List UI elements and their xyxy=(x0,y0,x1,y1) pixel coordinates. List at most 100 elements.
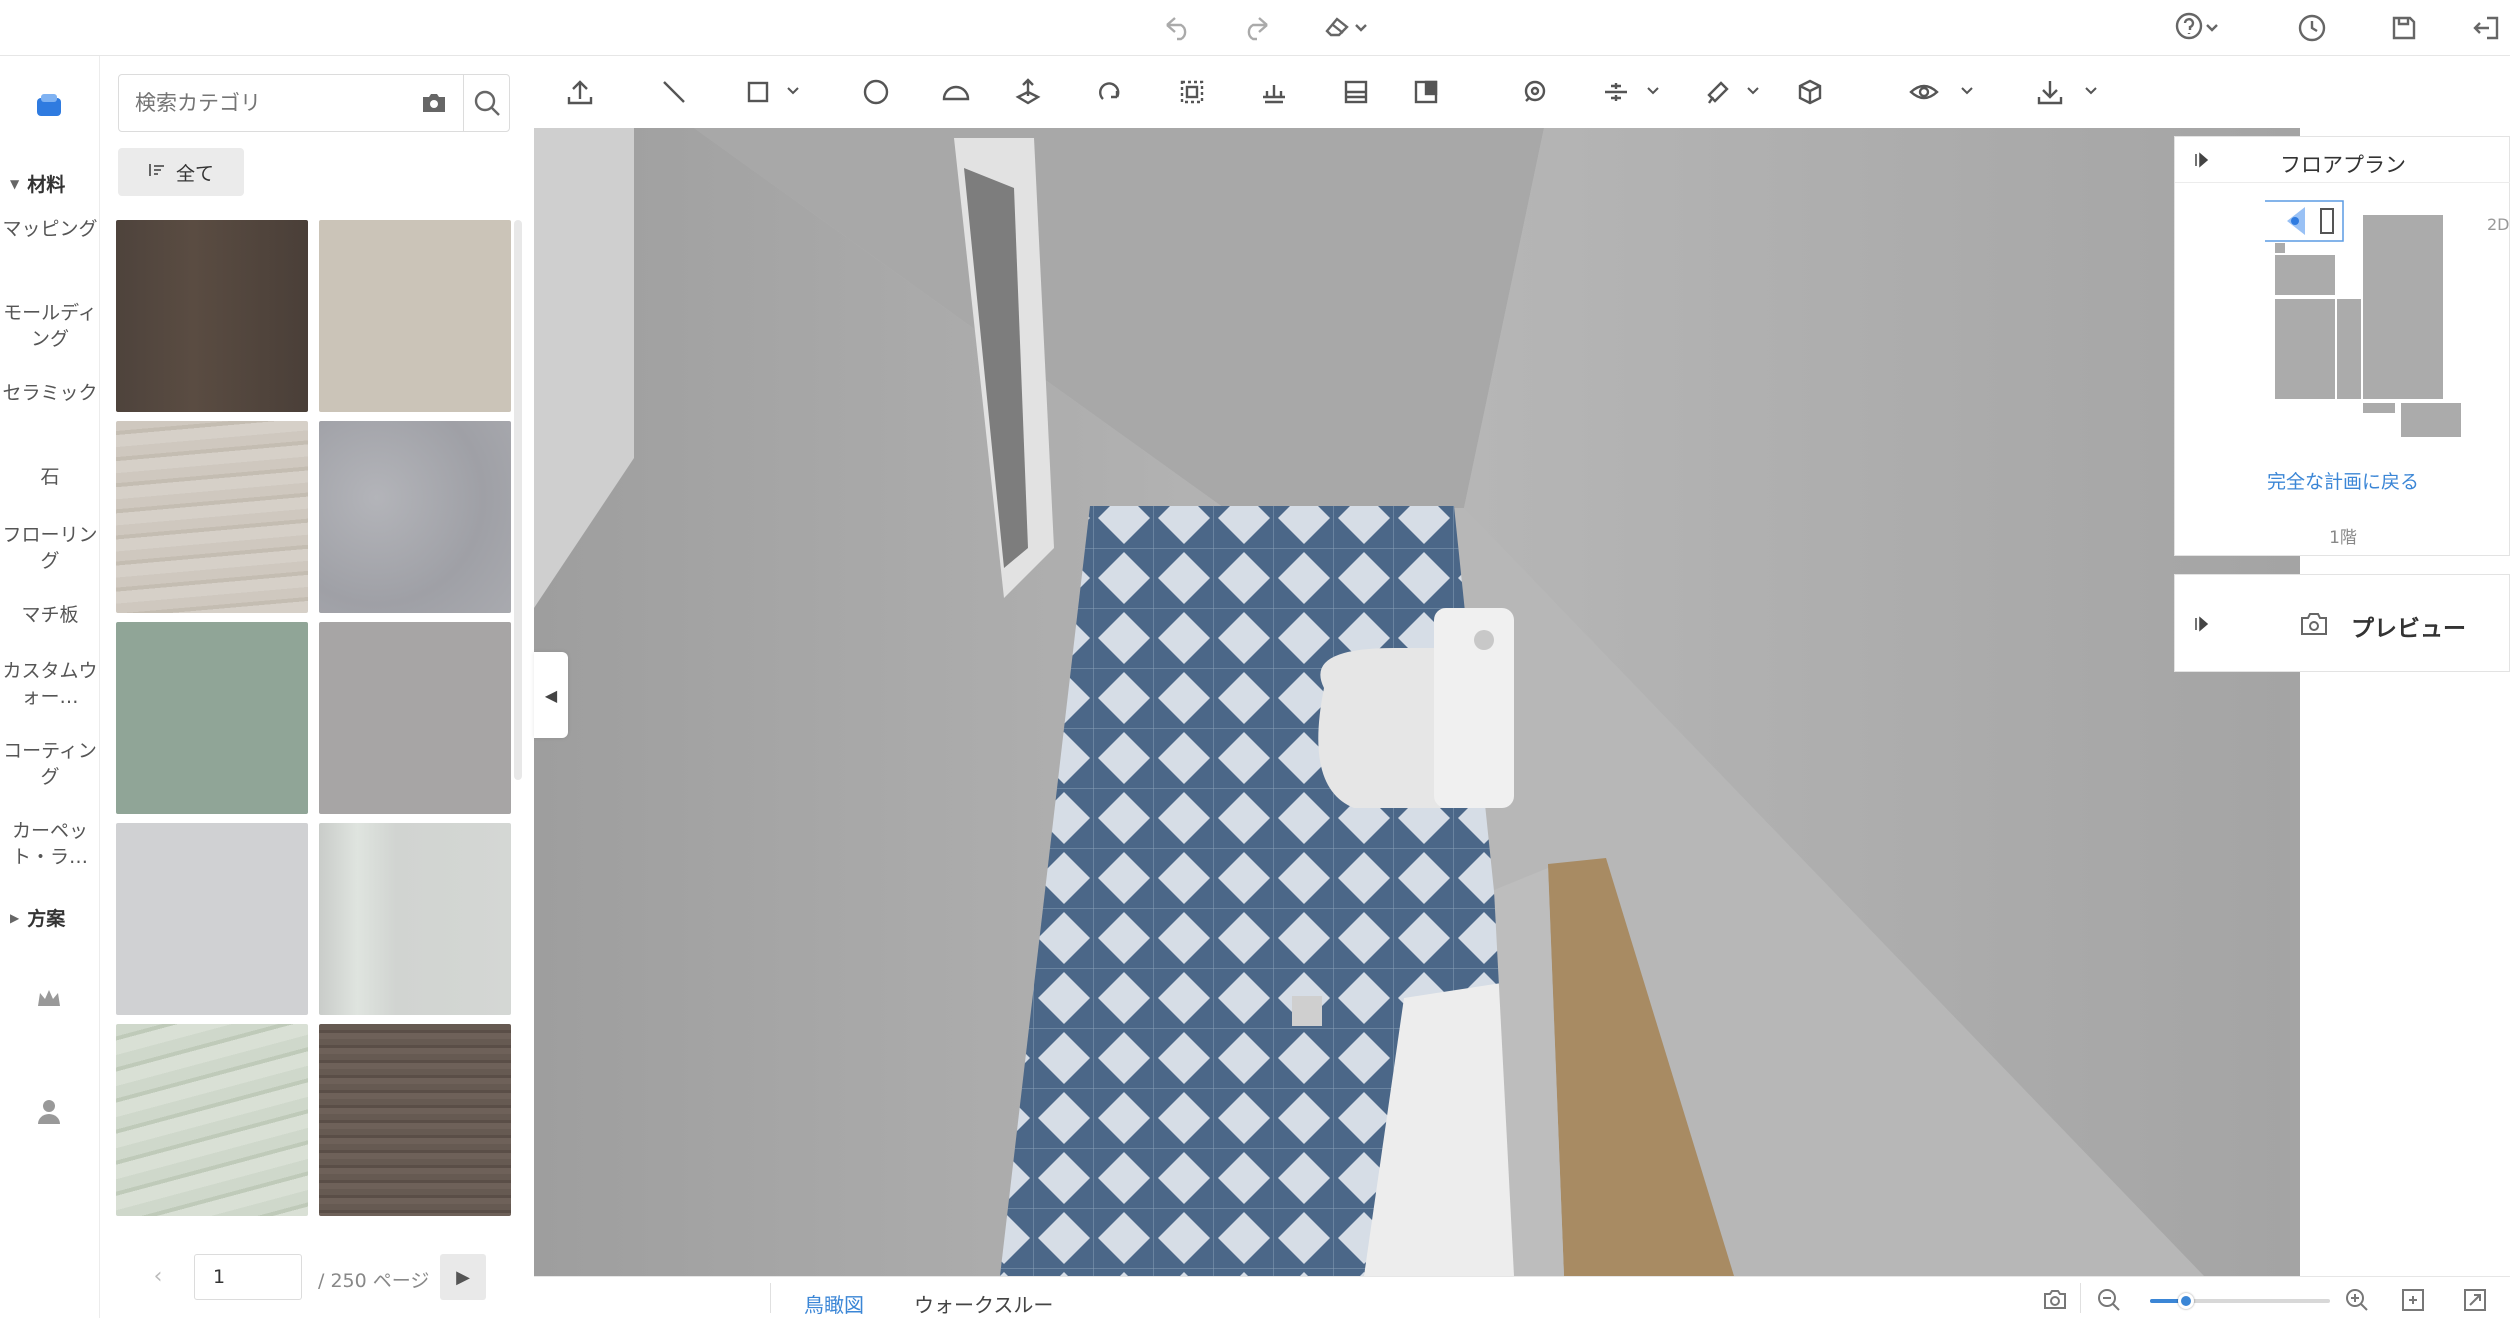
push-pull-icon[interactable] xyxy=(1008,72,1048,112)
floorplan-panel: フロアプラン 2D 完全な計画に戻る 1階 xyxy=(2174,136,2510,556)
eraser-icon xyxy=(1323,13,1353,43)
light-icon[interactable] xyxy=(1254,72,1294,112)
chevron-down-icon[interactable] xyxy=(1644,82,1662,100)
caret-right-icon: ▶ xyxy=(456,1266,470,1288)
floorplan-map[interactable] xyxy=(2265,199,2465,447)
section-plans[interactable]: ▶ 方案 xyxy=(10,904,65,931)
history-icon[interactable] xyxy=(2292,6,2332,50)
material-panel: 全て ‹ / 250 ページ ▶ xyxy=(100,56,534,1318)
pagination: ‹ / 250 ページ ▶ xyxy=(100,1254,534,1304)
search-icon[interactable] xyxy=(471,87,503,119)
fullscreen-icon[interactable] xyxy=(2462,1287,2488,1313)
swatch-light-grey[interactable] xyxy=(116,823,308,1015)
section-materials-label: 材料 xyxy=(27,174,66,196)
category-flooring[interactable]: フローリング xyxy=(0,522,100,574)
panel-tool-icon[interactable] xyxy=(1336,72,1376,112)
rotate-icon[interactable] xyxy=(1090,72,1130,112)
panel-scrollbar[interactable] xyxy=(514,220,522,780)
3d-viewport[interactable] xyxy=(534,128,2300,1276)
rectangle-tool-icon[interactable] xyxy=(738,72,778,112)
chevron-down-icon[interactable] xyxy=(2082,82,2100,100)
swatch-beige[interactable] xyxy=(319,220,511,412)
category-stone[interactable]: 石 xyxy=(0,464,100,490)
swatch-pale-grey[interactable] xyxy=(319,823,511,1015)
swatch-grey-concrete[interactable] xyxy=(319,421,511,613)
align-icon[interactable] xyxy=(1596,72,1636,112)
save-icon[interactable] xyxy=(2384,6,2424,50)
arc-tool-icon[interactable] xyxy=(936,72,976,112)
top-bar xyxy=(0,0,2510,56)
chevron-down-icon[interactable] xyxy=(784,82,802,100)
category-mapping[interactable]: マッピング xyxy=(0,216,100,242)
walkthrough-view-tab[interactable]: ウォークスルー xyxy=(914,1289,1053,1318)
zoom-fit-icon[interactable] xyxy=(2400,1287,2426,1313)
expand-panel-icon[interactable] xyxy=(2193,615,2211,633)
swatch-light-marble[interactable] xyxy=(116,421,308,613)
swatch-walnut[interactable] xyxy=(319,1024,511,1216)
download-icon[interactable] xyxy=(2030,72,2070,112)
toolbar-group-measure xyxy=(1494,58,1854,126)
chevron-down-icon[interactable] xyxy=(1958,82,1976,100)
chevron-down-icon[interactable] xyxy=(1744,82,1762,100)
app-logo-icon[interactable] xyxy=(34,92,64,122)
page-input[interactable] xyxy=(194,1254,302,1300)
filter-all-button[interactable]: 全て xyxy=(118,148,244,196)
section-plans-label: 方案 xyxy=(27,908,66,930)
search-input[interactable] xyxy=(119,75,409,131)
exit-icon[interactable] xyxy=(2466,6,2506,50)
floor-drain xyxy=(1292,996,1322,1026)
bottom-bar: 鳥瞰図 ウォークスルー xyxy=(534,1276,2510,1318)
upload-icon[interactable] xyxy=(560,72,600,112)
undo-icon[interactable] xyxy=(1158,6,1198,50)
category-coating[interactable]: コーティング xyxy=(0,738,100,790)
user-avatar-icon[interactable] xyxy=(34,1096,64,1126)
category-gusset-plate[interactable]: マチ板 xyxy=(0,602,100,628)
camera-icon[interactable] xyxy=(419,89,449,117)
birdseye-view-tab[interactable]: 鳥瞰図 xyxy=(804,1289,864,1318)
divider xyxy=(2080,1283,2081,1313)
camera-view-icon[interactable] xyxy=(2042,1287,2068,1313)
caret-down-icon: ▼ xyxy=(10,176,20,191)
category-carpet-rug[interactable]: カーペット・ラ… xyxy=(0,818,100,870)
editing-toolbar xyxy=(534,56,2124,128)
collapse-panel-button[interactable]: ◀ xyxy=(534,652,568,738)
back-to-full-plan-link[interactable]: 完全な計画に戻る xyxy=(2175,467,2510,494)
split-view-icon[interactable] xyxy=(1406,72,1446,112)
floorplan-title: フロアプラン xyxy=(2280,153,2406,177)
zoom-in-icon[interactable] xyxy=(2344,1287,2370,1313)
category-ceramic[interactable]: セラミック xyxy=(0,380,100,406)
collapse-left-icon: ◀ xyxy=(544,685,558,705)
category-molding[interactable]: モールディング xyxy=(0,300,100,352)
zoom-out-icon[interactable] xyxy=(2096,1287,2122,1313)
eraser-button[interactable] xyxy=(1316,6,1376,50)
next-page-button[interactable]: ▶ xyxy=(440,1254,486,1300)
toolbar-group-download xyxy=(2018,58,2124,126)
line-tool-icon[interactable] xyxy=(654,72,694,112)
camera-icon xyxy=(2299,611,2329,641)
select-area-icon[interactable] xyxy=(1172,72,1212,112)
circle-tool-icon[interactable] xyxy=(856,72,896,112)
swatch-sage-green[interactable] xyxy=(116,622,308,814)
help-button[interactable] xyxy=(2166,6,2228,50)
preview-panel[interactable]: プレビュー xyxy=(2174,574,2510,672)
section-materials[interactable]: ▼ 材料 xyxy=(10,170,65,197)
filter-all-label: 全て xyxy=(175,162,214,185)
zoom-slider[interactable] xyxy=(2150,1293,2330,1309)
zoom-slider-handle[interactable] xyxy=(2178,1293,2194,1309)
swatch-green-marble[interactable] xyxy=(116,1024,308,1216)
toolbar-group-upload xyxy=(534,58,624,126)
page-total: / 250 ページ xyxy=(318,1270,430,1292)
prev-page-icon[interactable]: ‹ xyxy=(146,1264,170,1289)
category-rail: ▼ 材料 マッピング モールディング セラミック 石 フローリング マチ板 カス… xyxy=(0,56,100,1318)
room-render xyxy=(534,128,2300,1276)
measure-icon[interactable] xyxy=(1514,72,1554,112)
eye-icon[interactable] xyxy=(1904,72,1944,112)
swatch-dark-wood[interactable] xyxy=(116,220,308,412)
cube-icon[interactable] xyxy=(1790,72,1830,112)
redo-icon[interactable] xyxy=(1236,6,1276,50)
swatch-warm-grey[interactable] xyxy=(319,622,511,814)
crown-icon[interactable] xyxy=(34,984,64,1014)
paint-icon[interactable] xyxy=(1698,72,1738,112)
category-custom-wall[interactable]: カスタムウォー… xyxy=(0,658,100,710)
2d-toggle[interactable]: 2D xyxy=(2487,215,2510,234)
